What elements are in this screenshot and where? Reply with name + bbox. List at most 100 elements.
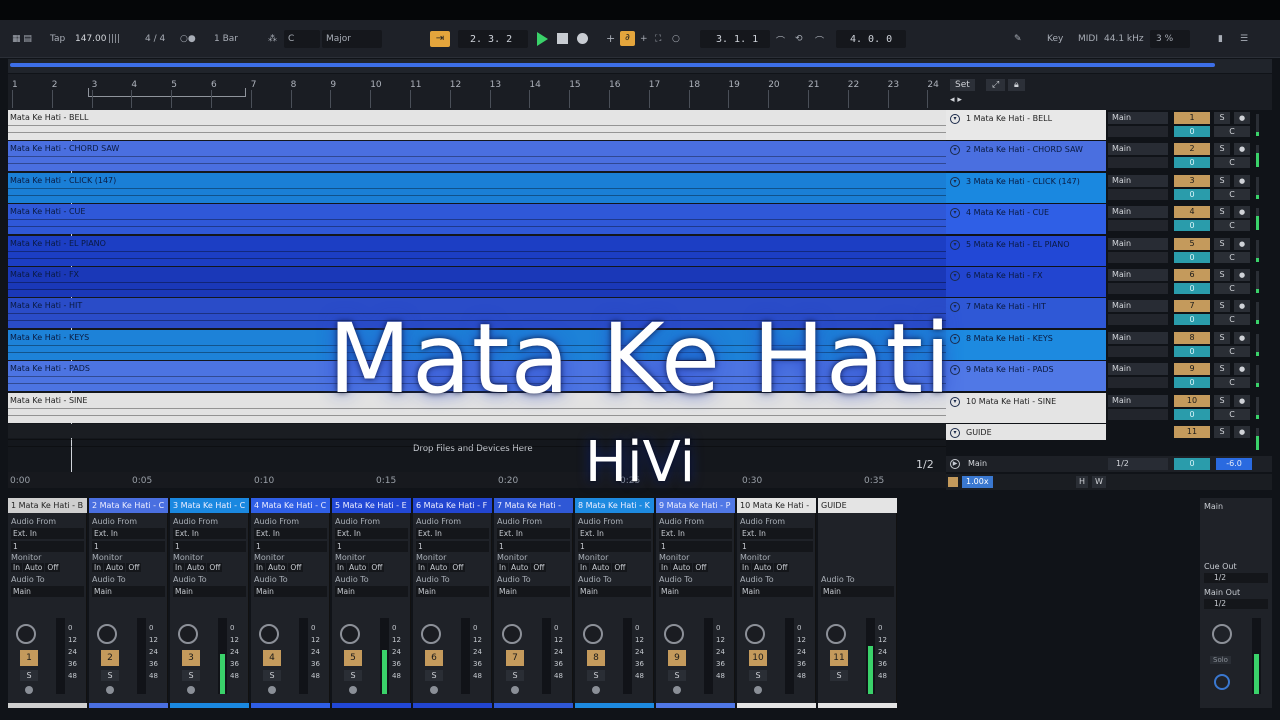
output-channel-select[interactable] bbox=[1108, 157, 1168, 169]
menu-icon[interactable]: ☰ bbox=[1240, 34, 1248, 44]
track-number[interactable]: 1 bbox=[20, 650, 38, 666]
track-header[interactable]: ▾ 5 Mata Ke Hati - EL PIANO bbox=[946, 235, 1106, 266]
clip-lane[interactable]: Mata Ke Hati - BELL bbox=[8, 110, 946, 140]
track-activator[interactable]: 8 bbox=[1174, 331, 1210, 344]
arm-button[interactable]: ● bbox=[1234, 394, 1250, 407]
audio-to-select[interactable]: Main bbox=[254, 586, 327, 597]
output-select[interactable]: Main bbox=[1108, 363, 1168, 376]
track-activator[interactable]: 7 bbox=[1174, 300, 1210, 313]
main-out-select[interactable]: 1/2 bbox=[1204, 599, 1268, 609]
monitor-in-button[interactable]: In bbox=[416, 563, 427, 572]
input-channel-select[interactable]: 1 bbox=[11, 541, 84, 552]
arm-button[interactable] bbox=[187, 686, 195, 694]
audio-from-select[interactable]: Ext. In bbox=[497, 528, 570, 539]
output-channel-select[interactable] bbox=[1108, 345, 1168, 357]
cue-out-select[interactable]: 1/2 bbox=[1204, 573, 1268, 583]
solo-button[interactable]: S bbox=[1214, 206, 1230, 219]
track-activator[interactable]: 11 bbox=[1174, 426, 1210, 438]
track-activator[interactable]: 4 bbox=[1174, 206, 1210, 219]
solo-button[interactable]: S bbox=[1214, 331, 1230, 344]
monitor-switch[interactable]: In Auto Off bbox=[11, 563, 61, 572]
beat-ruler[interactable]: 1 2 3 4 5 6 7 8 9 10 11 12 13 14 15 16 17 18 19 20 21 22 23 24 bbox=[8, 74, 946, 110]
solo-button[interactable]: S bbox=[1214, 426, 1230, 438]
metronome-icon[interactable]: ○● bbox=[180, 34, 196, 44]
output-channel-select[interactable] bbox=[1108, 126, 1168, 137]
output-channel-select[interactable] bbox=[1108, 377, 1168, 389]
session-record-icon[interactable]: ⛶ bbox=[655, 34, 661, 44]
quantize-select[interactable]: 1 Bar bbox=[214, 34, 238, 44]
monitor-in-button[interactable]: In bbox=[659, 563, 670, 572]
track-fold-icon[interactable]: ▾ bbox=[950, 208, 960, 219]
strip-title[interactable]: 10 Mata Ke Hati - bbox=[737, 498, 816, 513]
grid-icon[interactable]: ▦ ▤ bbox=[12, 34, 32, 44]
main-track-row[interactable]: 1/2 ▶ Main 1/2 0 -6.0 bbox=[916, 456, 1272, 472]
output-select[interactable]: Main bbox=[1108, 237, 1168, 250]
nav-arrows-icon[interactable]: ◂ ▸ bbox=[950, 95, 962, 105]
monitor-auto-button[interactable]: Auto bbox=[184, 563, 207, 572]
set-button[interactable]: Set bbox=[950, 79, 975, 91]
arm-button[interactable] bbox=[25, 686, 33, 694]
draw-mode-icon[interactable]: ✎ bbox=[1014, 34, 1022, 44]
capture-icon[interactable]: + bbox=[640, 34, 648, 44]
clip-lane[interactable] bbox=[8, 424, 946, 447]
input-channel-select[interactable]: 1 bbox=[740, 541, 813, 552]
arm-button[interactable] bbox=[106, 686, 114, 694]
solo-button[interactable]: S bbox=[1214, 143, 1230, 156]
volume-knob[interactable] bbox=[340, 624, 360, 644]
arm-button[interactable] bbox=[349, 686, 357, 694]
expand-icon[interactable]: ⤢ bbox=[986, 79, 1006, 91]
punch-out-icon[interactable]: ⌒ bbox=[815, 34, 824, 47]
loop-length-field[interactable]: 4. 0. 0 bbox=[850, 34, 892, 45]
track-activator[interactable]: 2 bbox=[1174, 143, 1210, 156]
monitor-switch[interactable]: In Auto Off bbox=[173, 563, 223, 572]
volume-fader[interactable] bbox=[461, 618, 470, 694]
solo-button[interactable]: S bbox=[101, 670, 119, 681]
track-activator[interactable]: 5 bbox=[1174, 237, 1210, 250]
volume-knob[interactable] bbox=[178, 624, 198, 644]
audio-from-select[interactable]: Ext. In bbox=[578, 528, 651, 539]
input-channel-select[interactable]: 1 bbox=[173, 541, 246, 552]
tempo-field[interactable]: 147.00 bbox=[75, 34, 107, 44]
volume-knob[interactable] bbox=[502, 624, 522, 644]
key-select[interactable]: C bbox=[288, 34, 294, 44]
audio-from-select[interactable]: Ext. In bbox=[173, 528, 246, 539]
solo-button[interactable]: S bbox=[1214, 394, 1230, 407]
zoom-icon[interactable] bbox=[948, 477, 958, 487]
track-volume[interactable]: 0 bbox=[1174, 188, 1210, 200]
solo-button[interactable]: S bbox=[830, 670, 848, 681]
clip-lane[interactable]: Mata Ke Hati - EL PIANO bbox=[8, 235, 946, 266]
strip-title[interactable]: 1 Mata Ke Hati - B bbox=[8, 498, 87, 513]
volume-fader[interactable] bbox=[380, 618, 389, 694]
track-number[interactable]: 9 bbox=[668, 650, 686, 666]
volume-knob[interactable] bbox=[826, 624, 846, 644]
clip-lane[interactable]: Mata Ke Hati - CLICK (147) bbox=[8, 172, 946, 203]
audio-to-select[interactable]: Main bbox=[659, 586, 732, 597]
audio-from-select[interactable]: Ext. In bbox=[416, 528, 489, 539]
solo-button[interactable]: S bbox=[668, 670, 686, 681]
monitor-off-button[interactable]: Off bbox=[693, 563, 709, 572]
scale-select[interactable]: Major bbox=[326, 34, 351, 44]
arm-button[interactable] bbox=[754, 686, 762, 694]
nudge-icon[interactable]: |||| bbox=[108, 34, 120, 44]
main-volume[interactable]: 0 bbox=[1174, 458, 1210, 470]
track-fold-icon[interactable]: ▾ bbox=[950, 145, 960, 156]
strip-title[interactable]: 4 Mata Ke Hati - C bbox=[251, 498, 330, 513]
output-channel-select[interactable] bbox=[1108, 408, 1168, 420]
output-channel-select[interactable] bbox=[1108, 251, 1168, 263]
solo-button[interactable]: S bbox=[425, 670, 443, 681]
strip-title[interactable]: 3 Mata Ke Hati - C bbox=[170, 498, 249, 513]
track-number[interactable]: 10 bbox=[749, 650, 767, 666]
output-select[interactable]: Main bbox=[1108, 331, 1168, 344]
pan-knob[interactable]: C bbox=[1214, 283, 1250, 294]
track-fold-icon[interactable]: ▾ bbox=[950, 114, 960, 124]
monitor-switch[interactable]: In Auto Off bbox=[497, 563, 547, 572]
monitor-in-button[interactable]: In bbox=[335, 563, 346, 572]
strip-title[interactable]: 7 Mata Ke Hati - bbox=[494, 498, 573, 513]
loop-brace[interactable] bbox=[88, 88, 246, 97]
arm-button[interactable]: ● bbox=[1234, 300, 1250, 313]
output-select[interactable]: Main bbox=[1108, 174, 1168, 187]
track-volume[interactable]: 0 bbox=[1174, 251, 1210, 263]
monitor-switch[interactable]: In Auto Off bbox=[659, 563, 709, 572]
output-channel-select[interactable] bbox=[1108, 188, 1168, 200]
volume-fader[interactable] bbox=[704, 618, 713, 694]
